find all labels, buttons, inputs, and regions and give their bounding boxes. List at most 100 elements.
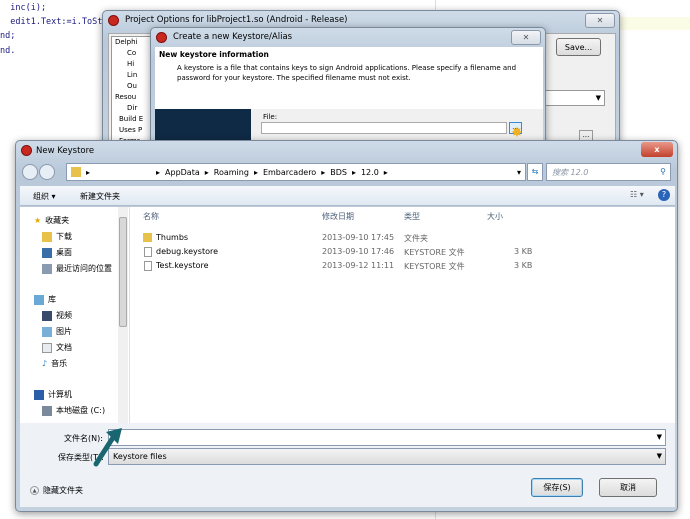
tree-item[interactable]: Lin <box>115 70 154 81</box>
app-icon <box>156 32 167 43</box>
pictures-icon <box>42 326 52 337</box>
file-type: 文件夹 <box>404 234 428 243</box>
wizard-header: New keystore information A keystore is a… <box>155 47 543 109</box>
file-size: 3 KB <box>514 247 533 256</box>
nav-item[interactable]: 视频 <box>56 310 72 321</box>
column-header-size[interactable]: 大小 <box>487 211 503 222</box>
window-title: Create a new Keystore/Alias <box>173 32 293 42</box>
documents-icon <box>42 342 52 353</box>
chevron-up-icon: ▲ <box>30 486 39 495</box>
filetype-select[interactable]: Keystore files ▼ <box>108 448 666 465</box>
save-button[interactable]: 保存(S) <box>531 478 583 497</box>
tree-item[interactable]: Uses P <box>115 125 154 136</box>
nav-item[interactable]: 最近访问的位置 <box>56 263 112 274</box>
nav-item[interactable]: 文档 <box>56 342 72 353</box>
save-button[interactable]: Save... <box>556 38 601 56</box>
computer-icon <box>34 389 44 400</box>
file-date: 2013-09-12 11:11 <box>322 261 395 270</box>
file-row[interactable]: Thumbs 2013-09-10 17:45 文件夹 <box>134 231 674 245</box>
address-dropdown[interactable]: ▾ <box>517 168 525 177</box>
code-line: nd. <box>0 46 16 56</box>
view-options-button[interactable]: ☷ ▾ <box>630 190 644 199</box>
new-folder-button[interactable]: 新建文件夹 <box>80 191 120 202</box>
breadcrumb-item[interactable]: Roaming <box>214 168 249 177</box>
nav-favorites[interactable]: 收藏夹 <box>45 215 69 226</box>
nav-computer[interactable]: 计算机 <box>48 389 72 400</box>
star-icon: ★ <box>34 216 42 225</box>
browser-pane: ★ 收藏夹 下载 桌面 最近访问的位置 库 视频 图片 文档 ♪ 音乐 计算机 本地… <box>20 207 675 423</box>
nav-item[interactable]: 桌面 <box>56 247 72 258</box>
file-name: Thumbs <box>156 233 189 242</box>
toolbar: 组织 ▾ 新建文件夹 ☷ ▾ ? <box>20 186 675 206</box>
tree-item[interactable]: Delphi <box>115 37 154 48</box>
cursor-highlight-icon: ✸ <box>511 125 523 141</box>
tree-item[interactable]: Resou <box>115 92 154 103</box>
column-header-date[interactable]: 修改日期 <box>322 211 354 222</box>
search-icon: ⚲ <box>660 167 666 176</box>
folder-icon <box>143 233 152 242</box>
wizard-description: A keystore is a file that contains keys … <box>177 64 517 82</box>
nav-item[interactable]: 下载 <box>56 231 72 242</box>
file-date: 2013-09-10 17:46 <box>322 247 395 256</box>
address-bar[interactable]: ▸ ▸ AppData ▸ Roaming ▸ Embarcadero ▸ BDS ▸ 1… <box>66 163 526 181</box>
current-line-highlight <box>620 17 690 30</box>
file-input[interactable] <box>261 122 507 134</box>
wizard-heading: New keystore information <box>159 50 269 59</box>
help-icon[interactable]: ? <box>658 189 670 201</box>
breadcrumb-item[interactable]: 12.0 <box>361 168 379 177</box>
file-row[interactable]: debug.keystore 2013-09-10 17:46 KEYSTORE… <box>134 245 674 259</box>
navigation-pane: ★ 收藏夹 下载 桌面 最近访问的位置 库 视频 图片 文档 ♪ 音乐 计算机 本地… <box>20 207 130 423</box>
desktop-icon <box>42 247 52 258</box>
filename-input[interactable]: ▼ <box>108 429 666 446</box>
nav-item[interactable]: 本地磁盘 (C:) <box>56 405 105 416</box>
annotation-arrow-icon <box>93 428 122 467</box>
code-line: nd; <box>0 31 16 41</box>
music-icon: ♪ <box>42 359 48 368</box>
forward-button[interactable] <box>39 164 55 180</box>
back-button[interactable] <box>22 164 38 180</box>
disk-icon <box>42 405 52 416</box>
search-input[interactable]: 搜索 12.0 ⚲ <box>546 163 671 181</box>
tree-item[interactable]: Build E <box>115 114 154 125</box>
hide-folders-toggle[interactable]: ▲ 隐藏文件夹 <box>30 485 83 496</box>
tree-item[interactable]: Co <box>115 48 154 59</box>
breadcrumb-item[interactable]: Embarcadero <box>263 168 316 177</box>
file-type: KEYSTORE 文件 <box>404 248 465 257</box>
recent-icon <box>42 263 52 274</box>
options-tree[interactable]: Delphi Co Hi Lin Ou Resou Dir Build E Us… <box>111 36 155 150</box>
file-name: Test.keystore <box>156 261 209 270</box>
downloads-icon <box>42 231 52 242</box>
breadcrumb-item[interactable]: AppData <box>165 168 200 177</box>
options-dropdown[interactable]: ▼ <box>541 90 605 106</box>
column-header-type[interactable]: 类型 <box>404 211 420 222</box>
close-button[interactable]: ✕ <box>511 30 541 45</box>
refresh-button[interactable]: ⇆ <box>527 163 543 181</box>
file-size: 3 KB <box>514 261 533 270</box>
tree-item[interactable]: Dir <box>115 103 154 114</box>
nav-libraries[interactable]: 库 <box>48 294 56 305</box>
file-date: 2013-09-10 17:45 <box>322 233 395 242</box>
video-icon <box>42 310 52 321</box>
app-icon <box>21 145 32 156</box>
nav-item[interactable]: 图片 <box>56 326 72 337</box>
nav-item[interactable]: 音乐 <box>51 358 67 369</box>
nav-scrollbar[interactable] <box>118 207 128 423</box>
library-icon <box>34 294 44 305</box>
close-button[interactable]: ✕ <box>585 13 615 28</box>
close-button[interactable]: x <box>641 142 673 157</box>
organize-button[interactable]: 组织 ▾ <box>33 191 56 202</box>
tree-item[interactable]: Hi <box>115 59 154 70</box>
window-title: Project Options for libProject1.so (Andr… <box>125 15 348 25</box>
code-line: edit1.Text:=i.ToSt <box>0 17 103 27</box>
file-name: debug.keystore <box>156 247 219 256</box>
file-row[interactable]: Test.keystore 2013-09-12 11:11 KEYSTORE … <box>134 259 674 273</box>
tree-item[interactable]: Ou <box>115 81 154 92</box>
app-icon <box>108 15 119 26</box>
window-title: New Keystore <box>36 146 95 156</box>
file-list: 名称 修改日期 类型 大小 Thumbs 2013-09-10 17:45 文件… <box>134 207 674 423</box>
cancel-button[interactable]: 取消 <box>599 478 657 497</box>
file-label: File: <box>263 113 278 121</box>
breadcrumb-item[interactable]: BDS <box>330 168 347 177</box>
column-header-name[interactable]: 名称 <box>143 211 159 222</box>
folder-icon <box>71 167 81 177</box>
